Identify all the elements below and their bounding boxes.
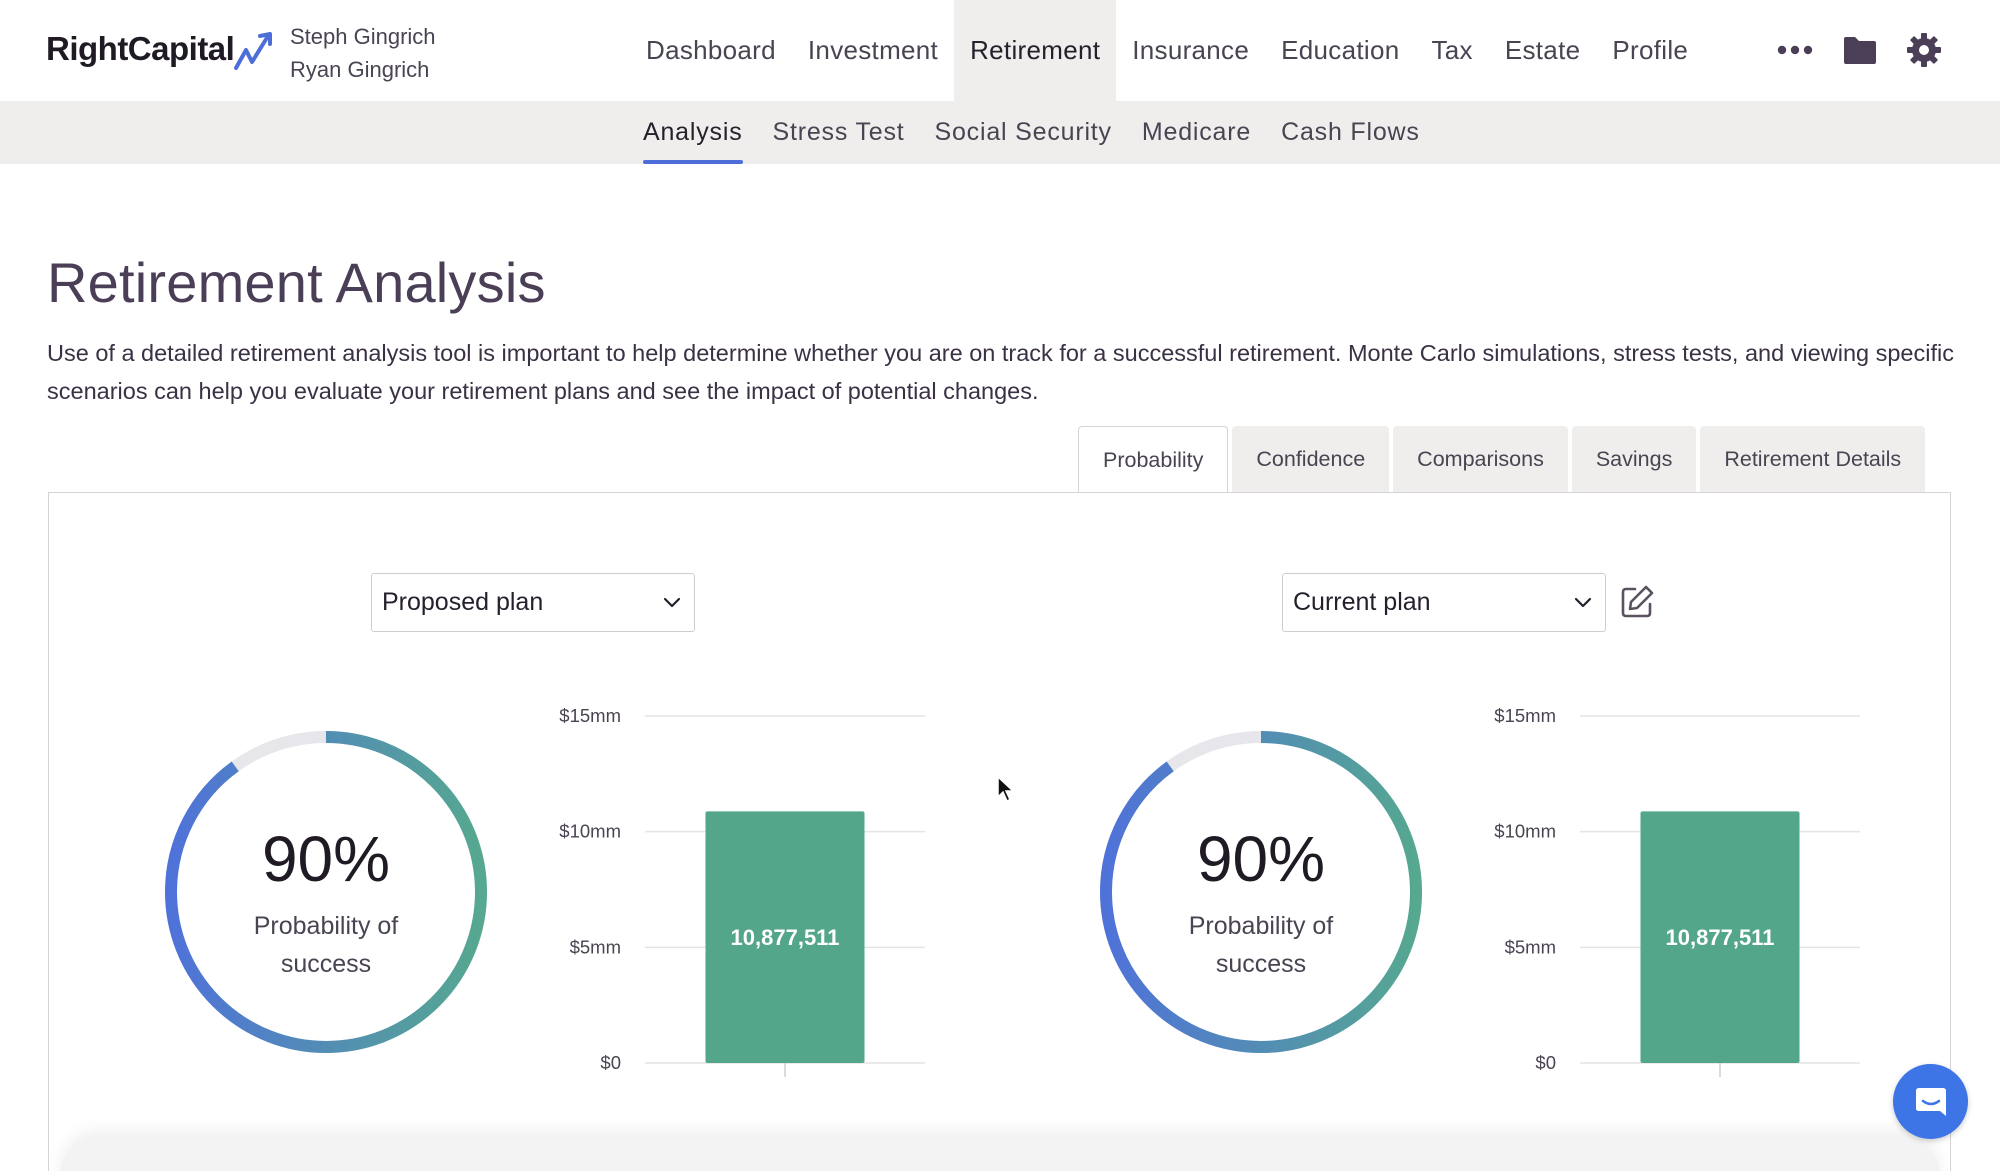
nav-profile[interactable]: Profile: [1596, 0, 1704, 101]
probability-donut: 90% Probability of success: [161, 727, 491, 1057]
y-tick-label: $5mm: [570, 936, 621, 957]
client-names: Steph Gingrich Ryan Gingrich: [290, 20, 436, 86]
plan-select-value: Current plan: [1293, 588, 1431, 616]
logo-arrow-icon: [234, 32, 272, 70]
tab-savings[interactable]: Savings: [1571, 426, 1697, 493]
nav-tax[interactable]: Tax: [1415, 0, 1488, 101]
tab-confidence[interactable]: Confidence: [1232, 426, 1390, 493]
chevron-down-icon: [663, 597, 681, 608]
page-description: Use of a detailed retirement analysis to…: [47, 340, 1954, 404]
y-tick-label: $5mm: [1505, 936, 1556, 957]
folder-icon[interactable]: [1840, 30, 1880, 70]
probability-value: 90%: [1196, 823, 1326, 895]
bar-chart-svg: $0 $5mm $10mm $15mm 10,877,511: [559, 705, 925, 1077]
y-tick-label: $15mm: [559, 705, 621, 726]
gear-icon[interactable]: [1904, 30, 1944, 70]
bar-chart-svg: $0 $5mm $10mm $15mm 10,877,511: [1494, 705, 1860, 1077]
bar-data-label: 10,877,511: [1666, 925, 1775, 950]
tab-comparisons[interactable]: Comparisons: [1393, 426, 1568, 493]
nav-dashboard[interactable]: Dashboard: [630, 0, 792, 101]
more-icon[interactable]: [1775, 30, 1815, 70]
probability-value: 90%: [261, 823, 391, 895]
plan-select-left[interactable]: Proposed plan: [371, 573, 695, 632]
edit-icon[interactable]: [1619, 584, 1655, 620]
y-tick-label: $0: [1535, 1052, 1556, 1073]
chevron-down-icon: [1574, 597, 1592, 608]
bottom-overlay: [60, 1135, 1940, 1171]
nav-insurance[interactable]: Insurance: [1116, 0, 1265, 101]
y-tick-label: $10mm: [1494, 821, 1556, 842]
client-name: Ryan Gingrich: [290, 57, 430, 82]
subnav-stress-test[interactable]: Stress Test: [758, 101, 920, 164]
y-tick-label: $0: [600, 1052, 621, 1073]
logo[interactable]: RightCapital: [46, 30, 235, 68]
subnav-medicare[interactable]: Medicare: [1127, 101, 1266, 164]
probability-label: Probability of success: [253, 912, 399, 978]
probability-label: Probability of success: [1188, 912, 1334, 978]
nav-investment[interactable]: Investment: [792, 0, 954, 101]
bar-chart: $0 $5mm $10mm $15mm 10,877,511: [540, 700, 930, 1080]
subnav-social-security[interactable]: Social Security: [920, 101, 1127, 164]
nav-retirement[interactable]: Retirement: [954, 0, 1117, 101]
y-tick-label: $10mm: [559, 821, 621, 842]
subnav-cash-flows[interactable]: Cash Flows: [1266, 101, 1435, 164]
subnav-analysis[interactable]: Analysis: [628, 101, 758, 164]
plan-select-value: Proposed plan: [382, 588, 544, 616]
bar-chart: $0 $5mm $10mm $15mm 10,877,511: [1475, 700, 1865, 1080]
bar-data-label: 10,877,511: [731, 925, 840, 950]
client-name: Steph Gingrich: [290, 24, 436, 49]
probability-donut: 90% Probability of success: [1096, 727, 1426, 1057]
sub-navigation-bar: Analysis Stress Test Social Security Med…: [0, 101, 2000, 164]
y-tick-label: $15mm: [1494, 705, 1556, 726]
top-navigation-bar: RightCapital Steph Gingrich Ryan Gingric…: [0, 0, 2000, 101]
mouse-cursor-icon: [997, 775, 1015, 803]
tab-retirement-details[interactable]: Retirement Details: [1700, 426, 1926, 493]
nav-estate[interactable]: Estate: [1489, 0, 1597, 101]
nav-education[interactable]: Education: [1265, 0, 1415, 101]
page-title: Retirement Analysis: [47, 251, 546, 314]
chat-icon: [1915, 1087, 1946, 1116]
plan-select-right[interactable]: Current plan: [1282, 573, 1606, 632]
tab-probability[interactable]: Probability: [1078, 426, 1229, 494]
analysis-tabs: Probability Confidence Comparisons Savin…: [1078, 426, 1926, 494]
chat-button[interactable]: [1893, 1064, 1968, 1139]
main-nav: Dashboard Investment Retirement Insuranc…: [630, 0, 1704, 101]
